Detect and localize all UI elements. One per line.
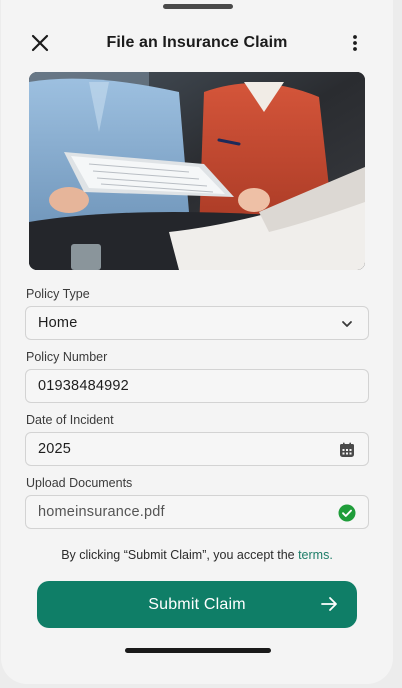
- claim-photo-illustration: [29, 72, 365, 270]
- claim-photo: [29, 72, 365, 270]
- submit-claim-button[interactable]: Submit Claim: [37, 581, 357, 628]
- date-of-incident-input[interactable]: 2025: [25, 432, 369, 466]
- policy-type-select[interactable]: Home: [25, 306, 369, 340]
- arrow-right-icon: [321, 597, 337, 611]
- date-of-incident-label: Date of Incident: [26, 413, 114, 427]
- chevron-down-icon: [342, 321, 352, 327]
- terms-text: By clicking “Submit Claim”, you accept t…: [61, 548, 299, 562]
- more-options-button[interactable]: [343, 30, 367, 56]
- calendar-icon[interactable]: [338, 441, 356, 459]
- header: File an Insurance Claim: [1, 28, 393, 60]
- terms-link[interactable]: terms.: [298, 548, 333, 562]
- uploaded-file-name: homeinsurance.pdf: [38, 504, 165, 520]
- check-circle-icon: [338, 504, 356, 522]
- upload-documents-input[interactable]: homeinsurance.pdf: [25, 495, 369, 529]
- submit-claim-label: Submit Claim: [148, 596, 246, 613]
- page-title: File an Insurance Claim: [106, 34, 288, 51]
- terms-notice: By clicking “Submit Claim”, you accept t…: [1, 548, 393, 562]
- top-handle: [163, 4, 233, 9]
- policy-number-label: Policy Number: [26, 350, 108, 364]
- upload-documents-label: Upload Documents: [26, 476, 133, 490]
- policy-type-value: Home: [38, 315, 78, 331]
- policy-number-input[interactable]: 01938484992: [25, 369, 369, 403]
- home-indicator: [125, 648, 271, 653]
- policy-number-value: 01938484992: [38, 378, 129, 394]
- app-screen: File an Insurance Claim Policy Type Home…: [1, 0, 393, 684]
- date-of-incident-value: 2025: [38, 441, 72, 457]
- more-vertical-icon: [353, 35, 357, 51]
- policy-type-label: Policy Type: [26, 287, 90, 301]
